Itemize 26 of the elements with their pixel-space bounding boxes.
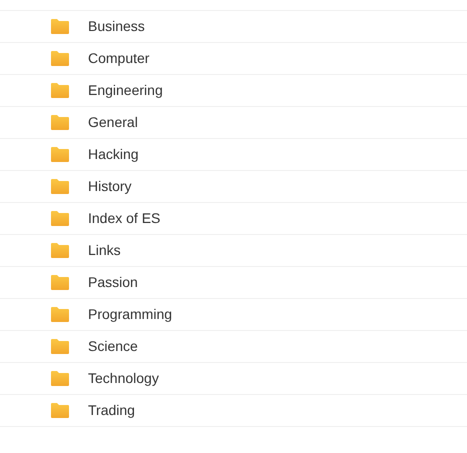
folder-name[interactable]: Business — [88, 16, 145, 37]
folder-name[interactable]: Hacking — [88, 144, 139, 165]
folder-icon — [51, 147, 69, 162]
folder-name[interactable]: Engineering — [88, 80, 163, 101]
folder-name[interactable]: History — [88, 176, 132, 197]
folder-name[interactable]: Links — [88, 240, 121, 261]
folder-icon — [51, 83, 69, 98]
folder-icon — [51, 275, 69, 290]
folder-name[interactable]: Trading — [88, 400, 135, 421]
folder-icon — [51, 339, 69, 354]
folder-name[interactable]: Passion — [88, 272, 138, 293]
folder-name[interactable]: Technology — [88, 368, 159, 389]
folder-icon — [51, 403, 69, 418]
folder-name[interactable]: Computer — [88, 48, 150, 69]
folder-name[interactable]: Programming — [88, 304, 172, 325]
folder-icon — [51, 115, 69, 130]
folder-name[interactable]: Index of ES — [88, 208, 160, 229]
folder-icon — [51, 243, 69, 258]
folder-icon — [51, 307, 69, 322]
folder-name[interactable]: General — [88, 112, 138, 133]
folder-icon — [51, 179, 69, 194]
folder-icon — [51, 371, 69, 386]
folder-icon — [51, 19, 69, 34]
folder-icon — [51, 51, 69, 66]
folder-name[interactable]: Science — [88, 336, 138, 357]
folder-icon — [51, 211, 69, 226]
